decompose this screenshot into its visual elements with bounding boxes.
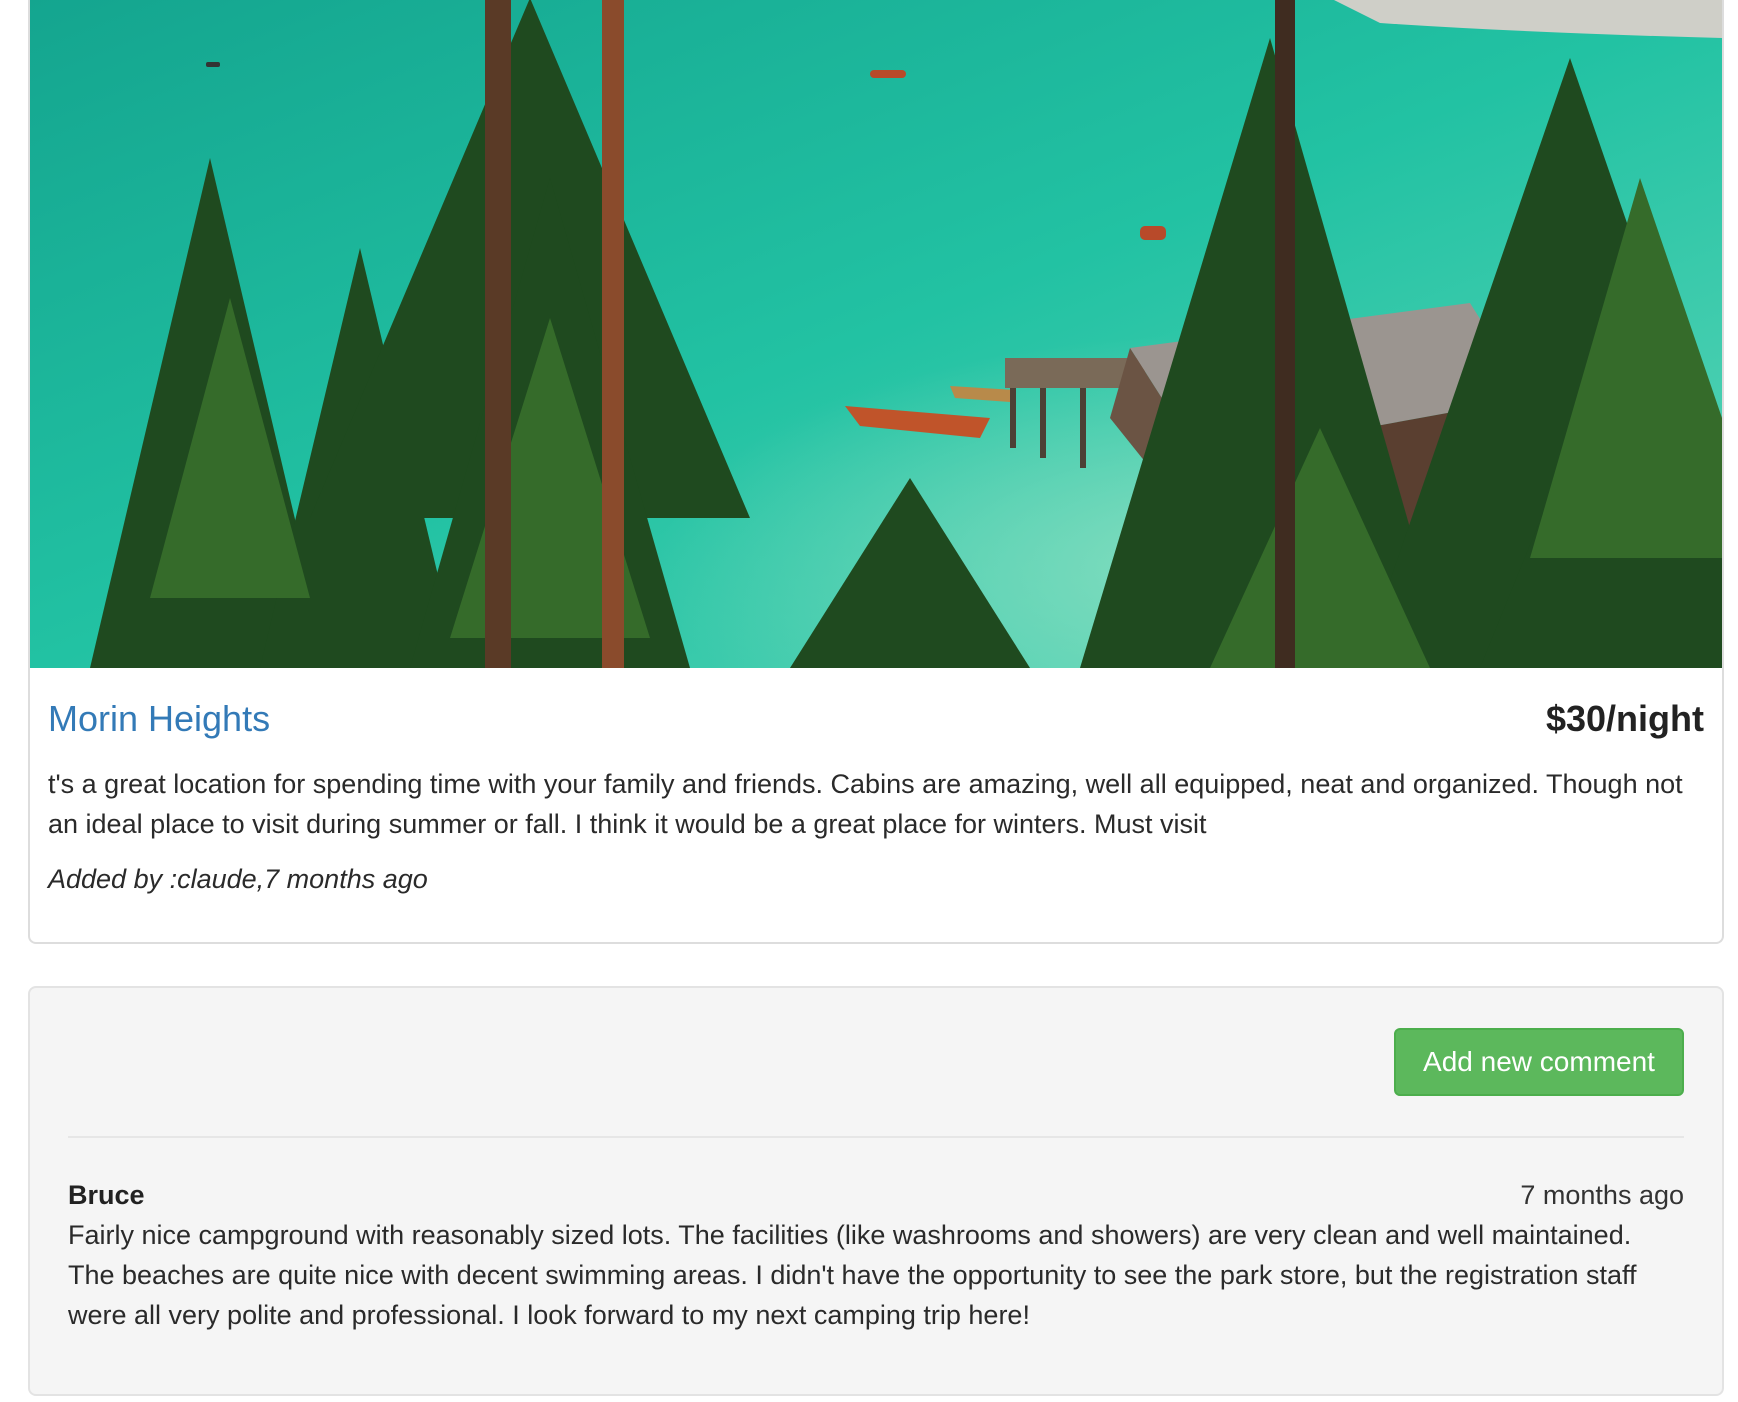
campground-card: Morin Heights $30/night t's a great loca… [28,0,1724,944]
comments-divider [68,1136,1684,1138]
campground-name-link[interactable]: Morin Heights [48,698,270,740]
campground-caption: Morin Heights $30/night t's a great loca… [48,698,1704,895]
campground-image [30,0,1722,668]
comment-item: Bruce 7 months ago Fairly nice campgroun… [68,1180,1684,1335]
lake-photo [30,0,1722,668]
comment-timestamp: 7 months ago [1520,1180,1684,1210]
comment-header: Bruce 7 months ago [68,1180,1684,1211]
comment-author: Bruce [68,1180,145,1210]
added-by-text: Added by :claude,7 months ago [48,864,428,894]
campground-price: $30/night [1545,698,1704,739]
add-comment-button[interactable]: Add new comment [1394,1028,1684,1096]
campground-description: t's a great location for spending time w… [48,769,1683,839]
comments-section: Add new comment Bruce 7 months ago Fairl… [28,986,1724,1396]
title-row: Morin Heights $30/night [48,698,1704,750]
comment-text: Fairly nice campground with reasonably s… [68,1220,1637,1330]
